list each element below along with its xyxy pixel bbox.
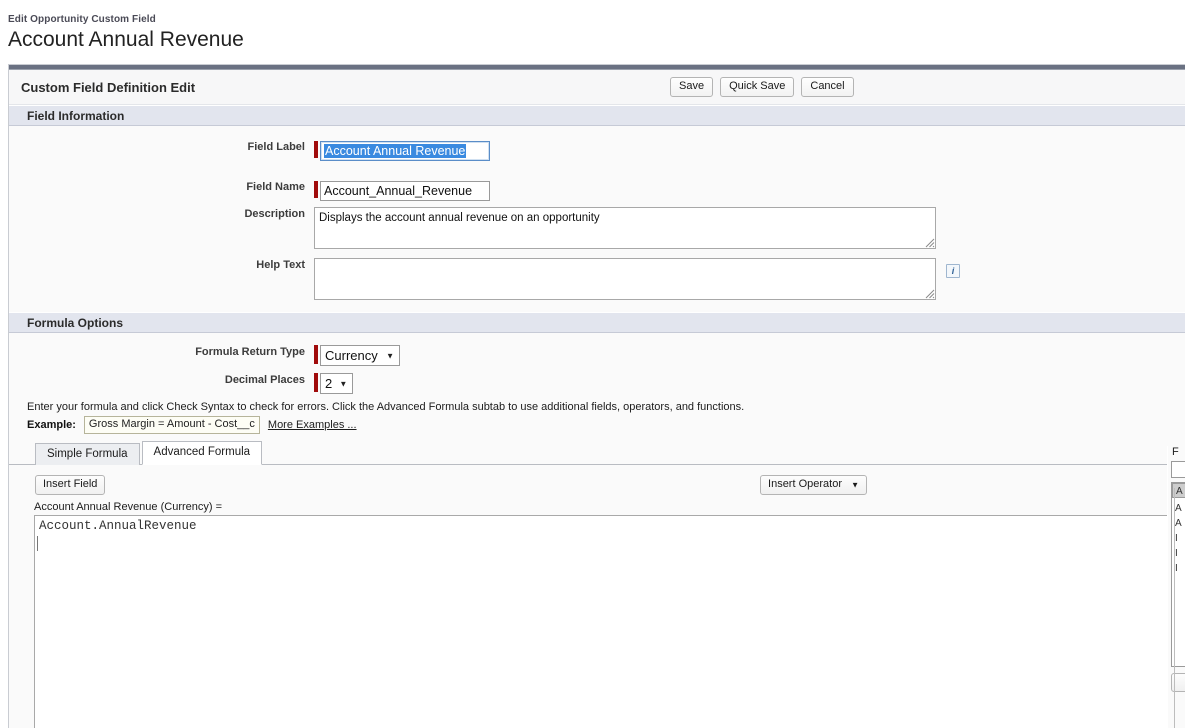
help-text-wrap	[314, 258, 936, 300]
chevron-down-icon-operator: ▼	[851, 480, 859, 490]
description-label: Description	[244, 208, 305, 220]
insert-field-button[interactable]: Insert Field	[35, 475, 106, 495]
example-label: Example:	[27, 419, 76, 431]
formula-return-type-select[interactable]: Currency ▼	[320, 345, 400, 366]
section-header-field-information: Field Information	[9, 105, 1185, 126]
decimal-places-select[interactable]: 2 ▼	[320, 373, 354, 394]
panel-divider	[1174, 488, 1175, 728]
save-button[interactable]: Save	[670, 77, 714, 97]
formula-textarea[interactable]: Account.AnnualRevenue	[34, 515, 1182, 728]
formula-editor: Insert Field Insert Operator ▼ Account A…	[9, 465, 1185, 728]
page-title: Account Annual Revenue	[8, 28, 244, 51]
text-caret	[37, 536, 38, 551]
breadcrumb: Edit Opportunity Custom Field	[8, 14, 156, 25]
functions-search-input[interactable]	[1171, 461, 1185, 478]
field-name-label: Field Name	[246, 181, 305, 193]
insert-operator-label: Insert Operator	[768, 478, 842, 490]
field-information-body: Field Label Account Annual Revenue Field…	[9, 126, 1185, 312]
formula-return-type-label: Formula Return Type	[195, 346, 305, 358]
more-examples-link[interactable]: More Examples ...	[268, 419, 357, 431]
functions-panel-title: F	[1172, 446, 1179, 458]
required-marker-field-name	[314, 181, 318, 198]
example-value: Gross Margin = Amount - Cost__c	[83, 416, 260, 434]
definition-edit-heading: Custom Field Definition Edit	[21, 79, 196, 95]
help-text-label: Help Text	[256, 259, 305, 271]
decimal-places-row: Decimal Places 2 ▼	[9, 373, 1185, 394]
formula-instructions: Enter your formula and click Check Synta…	[9, 400, 1185, 415]
chevron-down-icon-decimal: ▼	[339, 379, 348, 388]
required-marker-decimal-places	[314, 373, 318, 392]
decimal-places-value: 2	[325, 376, 333, 391]
required-marker-return-type	[314, 345, 318, 364]
field-name-row: Field Name Account_Annual_Revenue	[9, 180, 1185, 201]
section-header-formula-options: Formula Options	[9, 312, 1185, 333]
formula-instructions-text: Enter your formula and click Check Synta…	[27, 401, 745, 413]
field-name-input[interactable]: Account_Annual_Revenue	[320, 181, 490, 201]
formula-options-body: Formula Return Type Currency ▼ Decimal P…	[9, 333, 1185, 728]
cancel-button[interactable]: Cancel	[801, 77, 854, 97]
chevron-down-icon: ▼	[386, 351, 394, 360]
field-name-input-value: Account_Annual_Revenue	[324, 184, 473, 198]
formula-return-type-value: Currency	[325, 348, 378, 363]
field-label-label: Field Label	[247, 141, 305, 153]
formula-textarea-value: Account.AnnualRevenue	[39, 519, 197, 533]
description-wrap: Displays the account annual revenue on a…	[314, 207, 936, 249]
tab-advanced-formula[interactable]: Advanced Formula	[141, 441, 263, 465]
field-label-input-value: Account Annual Revenue	[324, 144, 467, 158]
info-icon[interactable]: i	[946, 264, 960, 278]
custom-field-panel: Custom Field Definition Edit Save Quick …	[8, 64, 1185, 728]
definition-edit-bar: Custom Field Definition Edit Save Quick …	[9, 70, 1185, 105]
help-text-textarea[interactable]	[314, 258, 936, 300]
description-textarea[interactable]: Displays the account annual revenue on a…	[314, 207, 936, 249]
quick-save-button[interactable]: Quick Save	[720, 77, 795, 97]
formula-editor-toolbar: Insert Field Insert Operator ▼	[9, 474, 1185, 496]
description-row: Description Displays the account annual …	[9, 207, 1185, 249]
formula-return-type-row: Formula Return Type Currency ▼	[9, 345, 1185, 366]
field-label-row: Field Label Account Annual Revenue	[9, 140, 1185, 161]
formula-caption: Account Annual Revenue (Currency) =	[34, 501, 223, 513]
description-textarea-value: Displays the account annual revenue on a…	[319, 212, 600, 224]
page-header: Edit Opportunity Custom Field Account An…	[0, 0, 1185, 53]
formula-example-row: Example: Gross Margin = Amount - Cost__c…	[9, 416, 1185, 434]
tab-simple-formula[interactable]: Simple Formula	[35, 443, 140, 465]
functions-panel: F A A A I I I	[1167, 446, 1185, 728]
help-text-row: Help Text i	[9, 258, 1185, 300]
field-label-input[interactable]: Account Annual Revenue	[320, 141, 490, 161]
insert-operator-button[interactable]: Insert Operator ▼	[760, 475, 867, 495]
required-marker-field-label	[314, 141, 318, 158]
decimal-places-label: Decimal Places	[224, 374, 305, 386]
action-button-group: Save Quick Save Cancel	[670, 77, 854, 97]
formula-subtabs: Simple Formula Advanced Formula	[9, 441, 1185, 465]
